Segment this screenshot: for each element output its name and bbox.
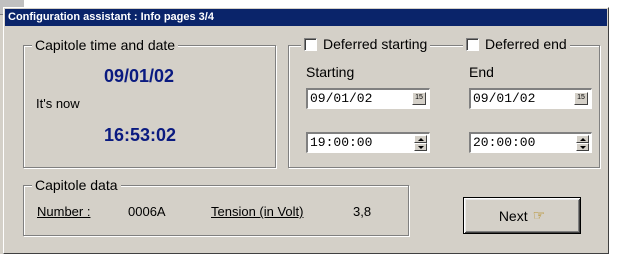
deferred-end-label: Deferred end bbox=[485, 36, 567, 52]
deferred-group: Deferred starting Deferred end Starting … bbox=[288, 36, 600, 168]
spin-up-icon[interactable] bbox=[414, 135, 427, 143]
next-button[interactable]: Next ☞ bbox=[463, 197, 581, 234]
capitole-time-value: 16:53:02 bbox=[104, 125, 177, 145]
dialog-title: Configuration assistant : Info pages 3/4 bbox=[5, 9, 607, 26]
end-time-text: 20:00:00 bbox=[473, 135, 536, 150]
start-date-text: 09/01/02 bbox=[310, 91, 373, 106]
start-time-field[interactable]: 19:00:00 bbox=[306, 132, 430, 153]
end-time-field[interactable]: 20:00:00 bbox=[469, 132, 592, 153]
start-time-spinner[interactable] bbox=[414, 135, 427, 151]
hand-pointer-icon: ☞ bbox=[532, 207, 546, 223]
tension-label: Tension (in Volt) bbox=[211, 204, 304, 219]
tension-value: 3,8 bbox=[353, 204, 372, 219]
end-time-spinner[interactable] bbox=[576, 135, 589, 151]
next-button-label: Next bbox=[498, 207, 528, 224]
calendar-icon[interactable]: 15 bbox=[412, 92, 426, 105]
capitole-time-legend: Capitole time and date bbox=[32, 37, 179, 53]
spin-down-icon[interactable] bbox=[414, 143, 427, 151]
checkbox-box[interactable] bbox=[466, 37, 479, 51]
capitole-data-legend: Capitole data bbox=[32, 177, 121, 193]
end-date-field[interactable]: 09/01/02 15 bbox=[469, 88, 592, 109]
spin-up-icon[interactable] bbox=[576, 135, 589, 143]
capitole-data-group: Capitole data Number : 0006A Tension (in… bbox=[23, 177, 409, 236]
its-now-label: It's now bbox=[36, 96, 80, 111]
spin-down-icon[interactable] bbox=[576, 143, 589, 151]
capitole-date-value: 09/01/02 bbox=[104, 66, 175, 86]
capitole-time-group: Capitole time and date 09/01/02 It's now… bbox=[23, 37, 276, 168]
start-time-text: 19:00:00 bbox=[310, 135, 373, 150]
number-label: Number : bbox=[37, 204, 91, 219]
end-label: End bbox=[469, 64, 494, 80]
calendar-icon[interactable]: 15 bbox=[574, 92, 588, 105]
starting-label: Starting bbox=[306, 64, 355, 80]
end-date-text: 09/01/02 bbox=[473, 91, 536, 106]
checkbox-box[interactable] bbox=[304, 37, 317, 51]
deferred-end-checkbox[interactable]: Deferred end bbox=[463, 36, 570, 52]
start-date-field[interactable]: 09/01/02 15 bbox=[306, 88, 430, 109]
number-value: 0006A bbox=[128, 204, 166, 219]
deferred-starting-label: Deferred starting bbox=[323, 36, 428, 52]
deferred-starting-checkbox[interactable]: Deferred starting bbox=[301, 36, 431, 52]
configuration-dialog: Configuration assistant : Info pages 3/4… bbox=[3, 7, 609, 254]
